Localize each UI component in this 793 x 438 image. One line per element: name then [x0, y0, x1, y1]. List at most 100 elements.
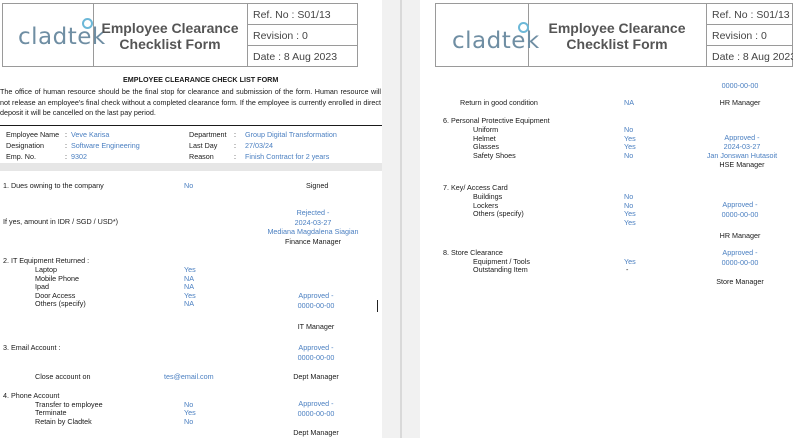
revision-number: Revision : 0 — [253, 30, 308, 42]
dues-value: No — [184, 181, 194, 190]
revision-number: Revision : 0 — [712, 30, 767, 42]
close-account-label: Close account on — [35, 372, 91, 381]
return-value: NA — [624, 98, 634, 107]
approver-name: Mediana Magdalena Siagian — [267, 227, 359, 236]
divider — [0, 125, 382, 126]
key-approval: Approved - 0000-00-00 — [700, 200, 780, 219]
item-label: Outstanding Item — [473, 265, 528, 274]
item-value: NA — [184, 299, 194, 308]
ref-number: Ref. No : S01/13 — [712, 9, 790, 21]
signed-label: Signed — [306, 181, 329, 190]
item-value: No — [184, 416, 194, 426]
approver-role: Store Manager — [716, 277, 764, 286]
section-3-title: 3. Email Account : — [3, 343, 61, 352]
colon: : — [65, 130, 67, 139]
colon: : — [234, 141, 236, 150]
logo-mark-icon — [82, 18, 93, 29]
approval-date: 2024-03-27 — [294, 217, 332, 227]
ref-number: Ref. No : S01/13 — [253, 9, 331, 21]
header-divider — [247, 4, 248, 66]
reason-value: Finish Contract for 2 years — [245, 152, 330, 161]
approver-role: HR Manager — [719, 98, 761, 107]
form-title: Employee Clearance Checklist Form — [93, 20, 247, 52]
header-divider — [706, 4, 707, 66]
approval-date: 0000-00-00 — [297, 300, 335, 310]
store-approval: Approved - 0000-00-00 — [700, 248, 780, 267]
approval-status: Approved - — [298, 343, 334, 352]
approval-status: Approved - — [298, 399, 334, 408]
text-cursor — [377, 300, 378, 312]
form-title-line-1: Employee Clearance — [101, 20, 239, 36]
approval-status: Rejected - — [296, 208, 330, 217]
section-band — [0, 163, 382, 171]
approver-role: IT Manager — [297, 322, 335, 331]
employee-name-value: Veve Karisa — [71, 130, 110, 139]
item-label: Safety Shoes — [473, 150, 516, 160]
approval-status: Approved - — [298, 291, 334, 300]
approval-status: Approved - — [724, 133, 760, 142]
form-intro: The office of human resource should be t… — [0, 87, 381, 117]
approval-date: 0000-00-00 — [721, 257, 759, 267]
email-approval: Approved - 0000-00-00 — [270, 343, 362, 362]
return-label: Return in good condition — [460, 98, 538, 107]
page-divider — [400, 0, 402, 438]
item-value: Yes — [624, 217, 636, 227]
designation-label: Designation — [6, 141, 44, 150]
section-1-title: 1. Dues owning to the company — [3, 181, 104, 190]
form-header: cladtek Employee Clearance Checklist For… — [2, 3, 358, 67]
last-day-label: Last Day — [189, 141, 218, 150]
hse-approval: Approved - 2024-03-27 Jan Jonswan Hutaso… — [696, 133, 788, 169]
approver-role: HR Manager — [719, 231, 761, 240]
approval-date: 0000-00-00 — [297, 352, 335, 362]
issue-date: Date : 8 Aug 2023 — [253, 51, 338, 63]
approver-role: Dept Manager — [293, 428, 339, 437]
item-label: Others (specify) — [473, 209, 524, 218]
designation-value: Software Engineering — [71, 141, 140, 150]
section-2-title: 2. IT Equipment Returned : — [3, 256, 90, 265]
form-page-1: cladtek Employee Clearance Checklist For… — [0, 0, 382, 438]
issue-date: Date : 8 Aug 2023 — [712, 51, 793, 63]
colon: : — [234, 152, 236, 161]
form-heading: EMPLOYEE CLEARANCE CHECK LIST FORM — [123, 75, 279, 84]
section-7-title: 7. Key/ Access Card — [443, 183, 508, 192]
header-divider — [247, 24, 357, 25]
colon: : — [65, 152, 67, 161]
item-value: - — [626, 265, 629, 274]
item-value: No — [624, 150, 634, 160]
last-day-value: 27/03/24 — [245, 141, 273, 150]
approval-date: 0000-00-00 — [721, 209, 759, 219]
item-label: Retain by Cladtek — [35, 416, 92, 426]
it-approval: Approved - 0000-00-00 — [270, 291, 362, 310]
close-account-value: tes@email.com — [164, 372, 214, 381]
approval-date: 2024-03-27 — [723, 142, 761, 151]
form-title: Employee Clearance Checklist Form — [528, 20, 706, 52]
approval-date: 0000-00-00 — [297, 408, 335, 418]
form-title-line-2: Checklist Form — [566, 36, 668, 52]
form-title-line-2: Checklist Form — [119, 36, 221, 52]
reason-label: Reason — [189, 152, 214, 161]
header-divider — [706, 45, 792, 46]
finance-approval: Rejected - 2024-03-27 Mediana Magdalena … — [250, 208, 376, 246]
colon: : — [234, 130, 236, 139]
approver-name: Jan Jonswan Hutasoit — [706, 151, 778, 160]
approval-status: Approved - — [722, 248, 758, 257]
phone-approval: Approved - 0000-00-00 — [270, 399, 362, 418]
header-divider — [706, 24, 792, 25]
department-value: Group Digital Transformation — [245, 130, 337, 139]
emp-no-value: 9302 — [71, 152, 87, 161]
emp-no-label: Emp. No. — [6, 152, 36, 161]
employee-name-label: Employee Name — [6, 130, 60, 139]
approver-role: Finance Manager — [285, 236, 341, 246]
amount-label: If yes, amount in IDR / SGD / USD*) — [3, 217, 119, 226]
section-6-title: 6. Personal Protective Equipment — [443, 116, 550, 125]
approver-role: HSE Manager — [719, 160, 765, 169]
form-title-line-1: Employee Clearance — [548, 20, 686, 36]
logo-cell: cladtek — [436, 4, 539, 66]
form-header: cladtek Employee Clearance Checklist For… — [435, 3, 793, 67]
item-label: Others (specify) — [35, 299, 86, 308]
colon: : — [65, 141, 67, 150]
logo-cell: cladtek — [3, 4, 105, 66]
approval-status: Approved - — [722, 200, 758, 209]
approval-date: 0000-00-00 — [721, 81, 759, 90]
header-divider — [247, 45, 357, 46]
